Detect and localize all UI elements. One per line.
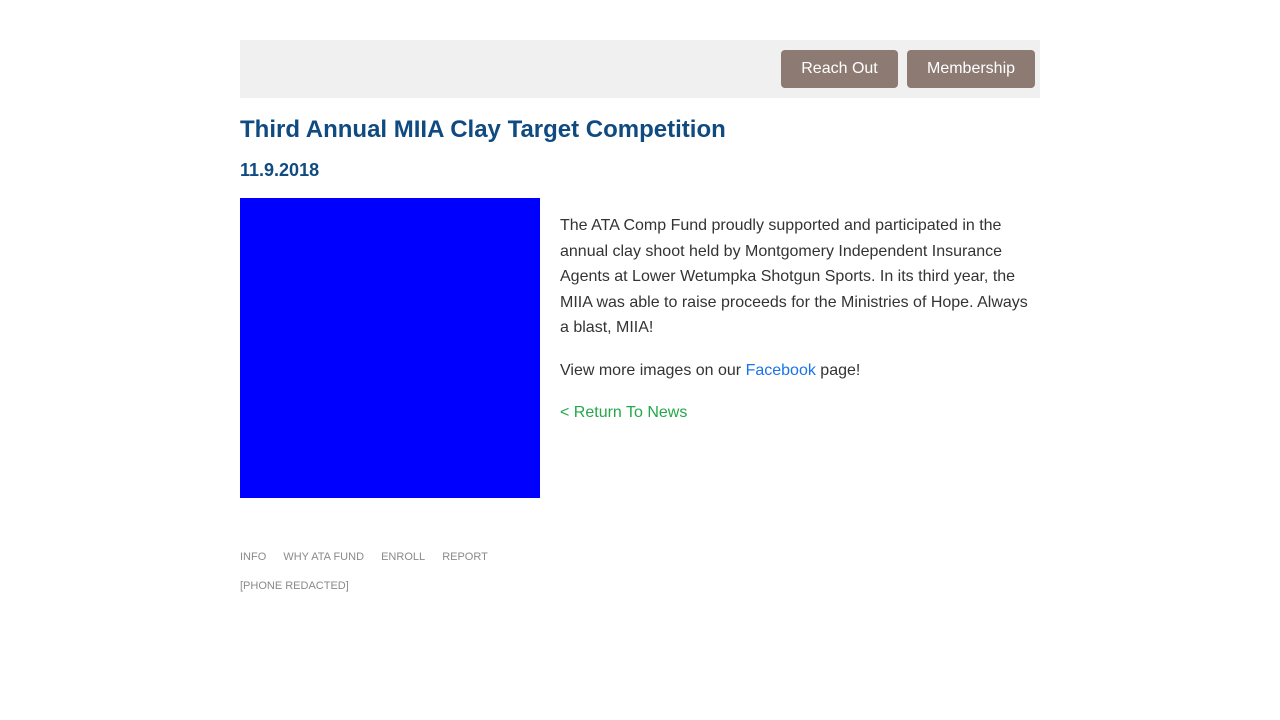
- footer-link-enroll[interactable]: ENROLL: [381, 551, 425, 563]
- article-date: 11.9.2018: [240, 160, 320, 180]
- footer-nav: INFO WHY ATA FUND ENROLL REPORT: [240, 551, 502, 563]
- view-more-suffix: page!: [815, 361, 861, 379]
- view-more-line: View more images on our Facebook page!: [560, 358, 1040, 384]
- reach-out-button[interactable]: Reach Out: [781, 50, 898, 88]
- membership-button[interactable]: Membership: [907, 50, 1035, 88]
- top-nav-bar: Reach Out Membership: [240, 40, 1040, 98]
- footer-link-info[interactable]: INFO: [240, 551, 266, 563]
- article-body: The ATA Comp Fund proudly supported and …: [560, 213, 1040, 443]
- view-more-prefix: View more images on our: [560, 361, 746, 379]
- footer-link-report[interactable]: REPORT: [442, 551, 488, 563]
- article-paragraph: The ATA Comp Fund proudly supported and …: [560, 217, 1028, 336]
- return-to-news-link[interactable]: < Return To News: [560, 404, 687, 421]
- article-image: [240, 198, 540, 498]
- article-title: Third Annual MIIA Clay Target Competitio…: [240, 116, 726, 143]
- facebook-link[interactable]: Facebook: [746, 362, 816, 379]
- footer-link-why-ata-fund[interactable]: WHY ATA FUND: [283, 551, 364, 563]
- footer-phone: [PHONE REDACTED]: [240, 580, 349, 592]
